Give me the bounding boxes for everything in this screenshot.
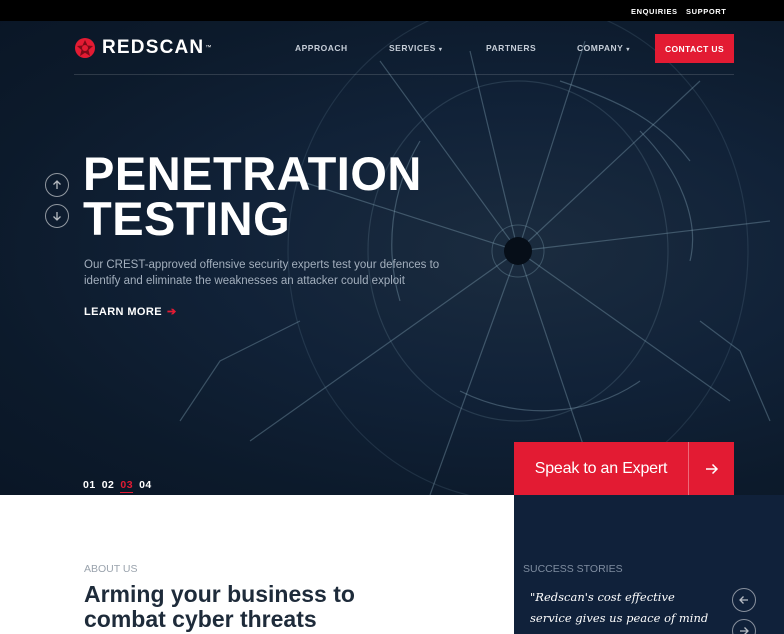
about-section: ABOUT US Arming your business to combat … <box>0 495 514 634</box>
slide-pagination: 01 02 03 04 <box>83 479 152 493</box>
slide-01[interactable]: 01 <box>83 479 96 493</box>
arrow-right-icon <box>740 627 749 634</box>
brand-name: REDSCAN <box>102 37 205 58</box>
slide-02[interactable]: 02 <box>102 479 115 493</box>
enquiries-link[interactable]: ENQUIRIES <box>631 7 678 16</box>
nav-company-label: COMPANY <box>577 43 624 53</box>
testimonial-quote: "Redscan's cost effective service gives … <box>530 590 709 634</box>
redscan-logo[interactable]: REDSCAN ™ <box>74 37 211 59</box>
nav-approach-label: APPROACH <box>295 43 348 53</box>
arrow-down-icon <box>53 212 61 221</box>
chevron-down-icon: ▾ <box>438 47 443 53</box>
testimonial-prev-button[interactable] <box>732 588 756 612</box>
nav-approach[interactable]: APPROACH <box>295 43 348 53</box>
learn-more-link[interactable]: LEARN MORE ➔ <box>84 305 177 319</box>
stories-eyebrow: SUCCESS STORIES <box>523 563 623 575</box>
arrow-right-icon <box>689 463 734 475</box>
about-heading-line1: Arming your business to <box>84 581 355 607</box>
hero-title-line1: PENETRATION <box>83 147 422 200</box>
about-heading: Arming your business to combat cyber thr… <box>84 582 355 632</box>
trademark-mark: ™ <box>205 45 212 51</box>
nav-services[interactable]: SERVICES ▾ <box>389 43 442 53</box>
hero-title: PENETRATION TESTING <box>83 147 422 245</box>
slide-down-button[interactable] <box>45 204 69 228</box>
hero-section: REDSCAN ™ APPROACH SERVICES ▾ PARTNERS CO… <box>0 21 784 495</box>
success-stories-section: SUCCESS STORIES "Redscan's cost effectiv… <box>514 495 784 634</box>
nav-divider <box>74 74 734 75</box>
speak-to-expert-button[interactable]: Speak to an Expert <box>514 442 734 495</box>
arrow-right-icon: ➔ <box>166 306 177 318</box>
nav-company[interactable]: COMPANY ▾ <box>577 43 630 53</box>
slide-up-button[interactable] <box>45 173 69 197</box>
nav-partners[interactable]: PARTNERS <box>486 43 536 53</box>
slide-04[interactable]: 04 <box>139 479 152 493</box>
arrow-up-icon <box>53 180 61 189</box>
utility-bar: ENQUIRIES SUPPORT <box>0 0 784 21</box>
support-link[interactable]: SUPPORT <box>686 7 726 16</box>
redscan-logo-icon <box>75 38 95 58</box>
hero-title-line2: TESTING <box>83 192 291 245</box>
about-heading-line2: combat cyber threats <box>84 606 317 632</box>
nav-services-label: SERVICES <box>389 43 436 53</box>
contact-us-button[interactable]: CONTACT US <box>655 34 734 63</box>
hero-description: Our CREST-approved offensive security ex… <box>84 259 440 287</box>
about-eyebrow: ABOUT US <box>84 563 138 575</box>
testimonial-next-button[interactable] <box>732 619 756 634</box>
chevron-down-icon: ▾ <box>626 47 630 53</box>
nav-partners-label: PARTNERS <box>486 43 537 53</box>
slide-03-active[interactable]: 03 <box>120 479 134 493</box>
learn-more-label: LEARN MORE <box>84 305 162 318</box>
arrow-left-icon <box>739 596 748 604</box>
speak-to-expert-label: Speak to an Expert <box>534 459 668 477</box>
